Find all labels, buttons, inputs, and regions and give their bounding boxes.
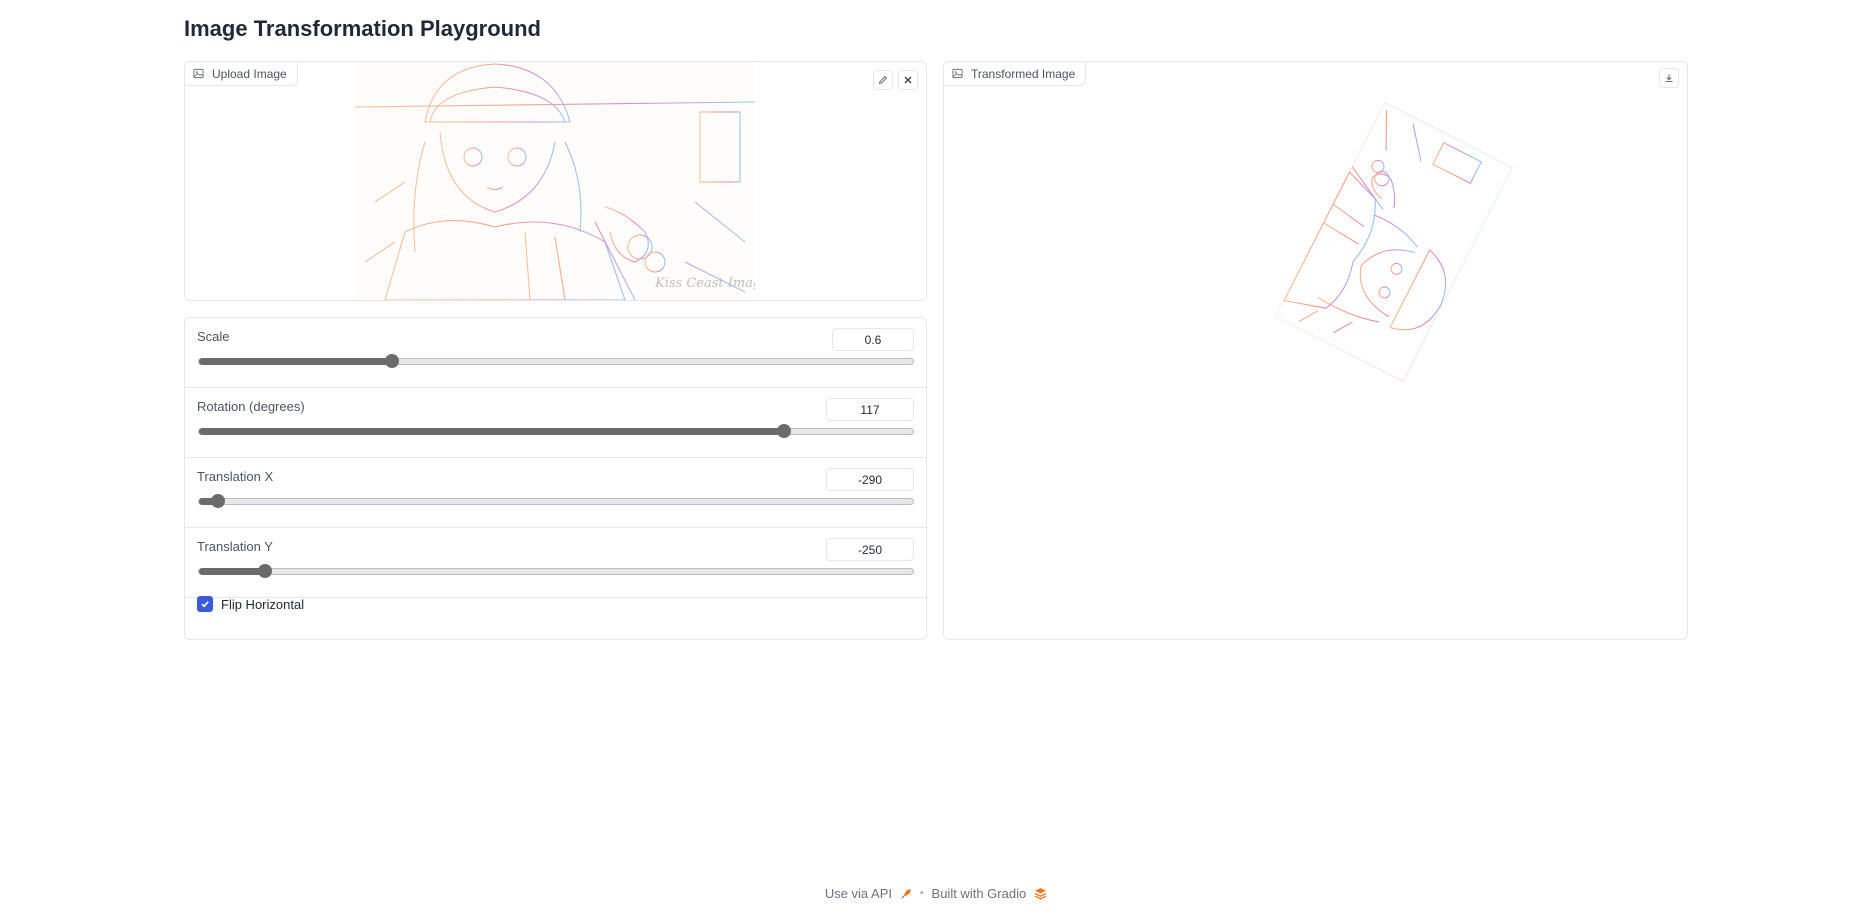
edit-icon: [878, 75, 888, 85]
edit-button[interactable]: [873, 70, 893, 90]
checkmark-icon: [201, 601, 209, 608]
translation-y-slider-thumb[interactable]: [257, 564, 272, 578]
rotation-slider-fill: [199, 428, 785, 435]
image-icon: [952, 68, 963, 79]
footer-separator: •: [920, 888, 924, 899]
image-icon: [193, 68, 204, 79]
translation-y-number-input[interactable]: -250: [826, 538, 914, 561]
scale-slider-thumb[interactable]: [384, 354, 399, 368]
scale-number-input[interactable]: 0.6: [832, 328, 914, 351]
transformed-image: [1274, 101, 1514, 383]
scale-slider-fill: [199, 358, 392, 365]
page-title: Image Transformation Playground: [184, 16, 541, 41]
upload-image-label: Upload Image: [185, 62, 298, 86]
translation-x-control: Translation X -290: [185, 458, 926, 528]
flip-horizontal-checkbox[interactable]: [197, 596, 213, 612]
close-icon: [904, 76, 912, 84]
transformed-image-panel: Transformed Image: [943, 61, 1688, 640]
footer: Use via API • Built with Gradio: [0, 886, 1872, 901]
download-icon: [1665, 74, 1673, 83]
scale-label: Scale: [197, 329, 230, 344]
watermark-text: Kiss Ceast Image: [654, 276, 755, 291]
uploaded-image: Kiss Ceast Image: [355, 62, 755, 300]
rotation-slider[interactable]: [198, 424, 914, 438]
translation-y-control: Translation Y -250: [185, 528, 926, 598]
translation-x-slider-thumb[interactable]: [211, 494, 226, 508]
translation-x-label: Translation X: [197, 469, 274, 484]
translation-x-slider[interactable]: [198, 494, 914, 508]
clear-button[interactable]: [898, 70, 918, 90]
rotation-control: Rotation (degrees) 117: [185, 388, 926, 458]
translation-x-number-input[interactable]: -290: [826, 468, 914, 491]
rotation-number-input[interactable]: 117: [826, 398, 914, 421]
rocket-icon: [901, 888, 911, 898]
upload-image-panel[interactable]: Upload Image Kiss Ceast Ima: [184, 61, 927, 301]
translation-y-slider[interactable]: [198, 564, 914, 578]
use-via-api-link[interactable]: Use via API: [825, 886, 892, 901]
gradio-logo-icon: [1034, 888, 1047, 900]
translation-y-label: Translation Y: [197, 539, 273, 554]
scale-slider[interactable]: [198, 354, 914, 368]
scale-control: Scale 0.6: [185, 318, 926, 388]
controls-panel: Scale 0.6 Rotation (degrees) 117 Transla…: [184, 317, 927, 640]
download-button[interactable]: [1659, 68, 1679, 88]
built-with-gradio-link[interactable]: Built with Gradio: [932, 886, 1027, 901]
transformed-image-label: Transformed Image: [944, 62, 1087, 86]
rotation-label: Rotation (degrees): [197, 399, 305, 414]
rotation-slider-thumb[interactable]: [777, 424, 792, 438]
flip-horizontal-checkbox-row[interactable]: Flip Horizontal: [197, 596, 304, 612]
flip-horizontal-label: Flip Horizontal: [221, 596, 305, 612]
translation-y-slider-fill: [199, 568, 265, 575]
